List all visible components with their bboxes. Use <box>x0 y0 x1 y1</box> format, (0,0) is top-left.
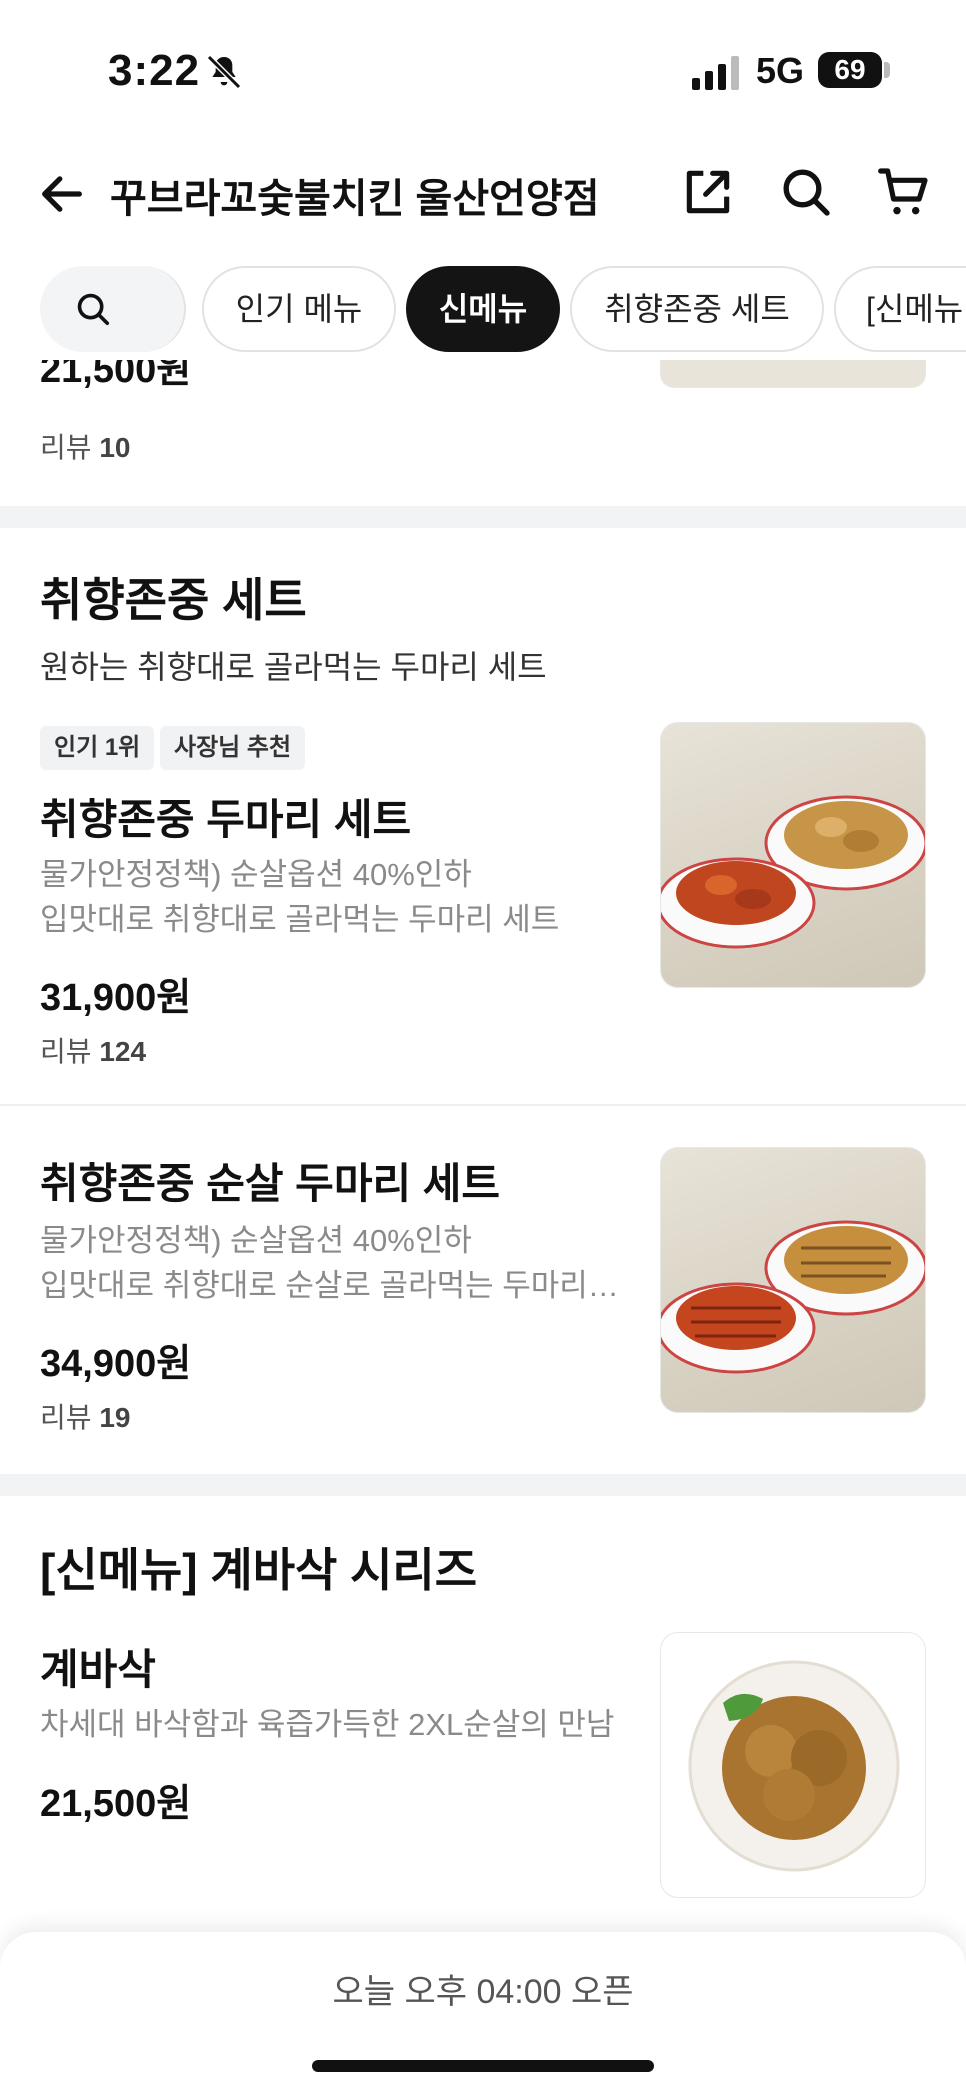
chip-popular-menu[interactable]: 인기 메뉴 <box>202 266 396 352</box>
menu-item-desc: 차세대 바삭함과 육즙가득한 2XL순살의 만남 <box>40 1707 615 1742</box>
menu-item-desc: 물가안정정책) 순살옵션 40%인하 <box>40 857 472 892</box>
menu-item-name: 계바삭 <box>40 1646 156 1693</box>
bell-off-icon <box>206 54 242 90</box>
badge-popular: 인기 1위 <box>40 726 155 770</box>
share-icon[interactable] <box>680 164 736 220</box>
menu-item-image[interactable] <box>660 1632 926 1898</box>
battery-icon: 69 <box>818 52 882 88</box>
item-divider <box>0 1104 966 1106</box>
menu-item-image[interactable] <box>660 722 926 988</box>
category-chips: 인기 메뉴 신메뉴 취향존중 세트 [신메뉴 <box>0 262 966 356</box>
menu-item-name: 취향존중 두마리 세트 <box>40 796 412 843</box>
boneless-set-photo <box>661 1220 925 1374</box>
menu-item-price: 34,900원 <box>40 1343 192 1385</box>
search-icon[interactable] <box>778 164 834 220</box>
section-subtitle: 원하는 취향대로 골라먹는 두마리 세트 <box>40 649 547 685</box>
menu-search-button[interactable] <box>40 266 186 352</box>
prev-item-review: 리뷰 10 <box>40 432 131 463</box>
section-title: [신메뉴] 계바삭 시리즈 <box>40 1544 478 1596</box>
battery-cap <box>884 62 890 78</box>
menu-item-desc: 입맛대로 취향대로 순살로 골라먹는 두마리… <box>40 1268 619 1303</box>
status-bar: 3:22 5G 69 <box>0 0 966 140</box>
cart-icon[interactable] <box>876 164 932 220</box>
chip-new-menu-series[interactable]: [신메뉴 <box>834 266 966 352</box>
chip-new-menu[interactable]: 신메뉴 <box>406 266 560 352</box>
store-header: 꾸브라꼬숯불치킨 울산언양점 <box>0 150 966 234</box>
menu-item-review: 리뷰 124 <box>40 1036 147 1067</box>
section-divider <box>0 506 966 528</box>
bottom-status-bar: 오늘 오후 04:00 오픈 <box>0 1932 966 2094</box>
menu-item-image[interactable] <box>660 1147 926 1413</box>
prev-item-price: 21,500원 <box>40 360 192 391</box>
network-type: 5G <box>756 50 805 91</box>
menu-item-review: 리뷰 19 <box>40 1402 131 1433</box>
search-icon <box>77 293 110 326</box>
menu-item-price: 31,900원 <box>40 977 192 1019</box>
home-indicator[interactable] <box>312 2060 654 2072</box>
menu-item-name: 취향존중 순살 두마리 세트 <box>40 1160 501 1207</box>
back-arrow-icon[interactable] <box>36 168 88 220</box>
chicken-set-photo <box>661 795 925 949</box>
badge-owner-pick: 사장님 추천 <box>160 726 306 770</box>
section-title: 취향존중 세트 <box>40 574 307 626</box>
chip-taste-set[interactable]: 취향존중 세트 <box>570 266 824 352</box>
menu-item-desc: 입맛대로 취향대로 골라먹는 두마리 세트 <box>40 902 560 937</box>
prev-item-image[interactable] <box>660 360 926 388</box>
store-title: 꾸브라꼬숯불치킨 울산언양점 <box>110 177 600 221</box>
signal-icon <box>692 56 739 90</box>
section-divider <box>0 1474 966 1496</box>
menu-item-desc: 물가안정정책) 순살옵션 40%인하 <box>40 1223 472 1258</box>
crispy-chicken-photo <box>688 1660 900 1872</box>
menu-item-price: 21,500원 <box>40 1783 192 1825</box>
open-time-text: 오늘 오후 04:00 오픈 <box>332 1973 634 2011</box>
status-time: 3:22 <box>108 46 201 95</box>
